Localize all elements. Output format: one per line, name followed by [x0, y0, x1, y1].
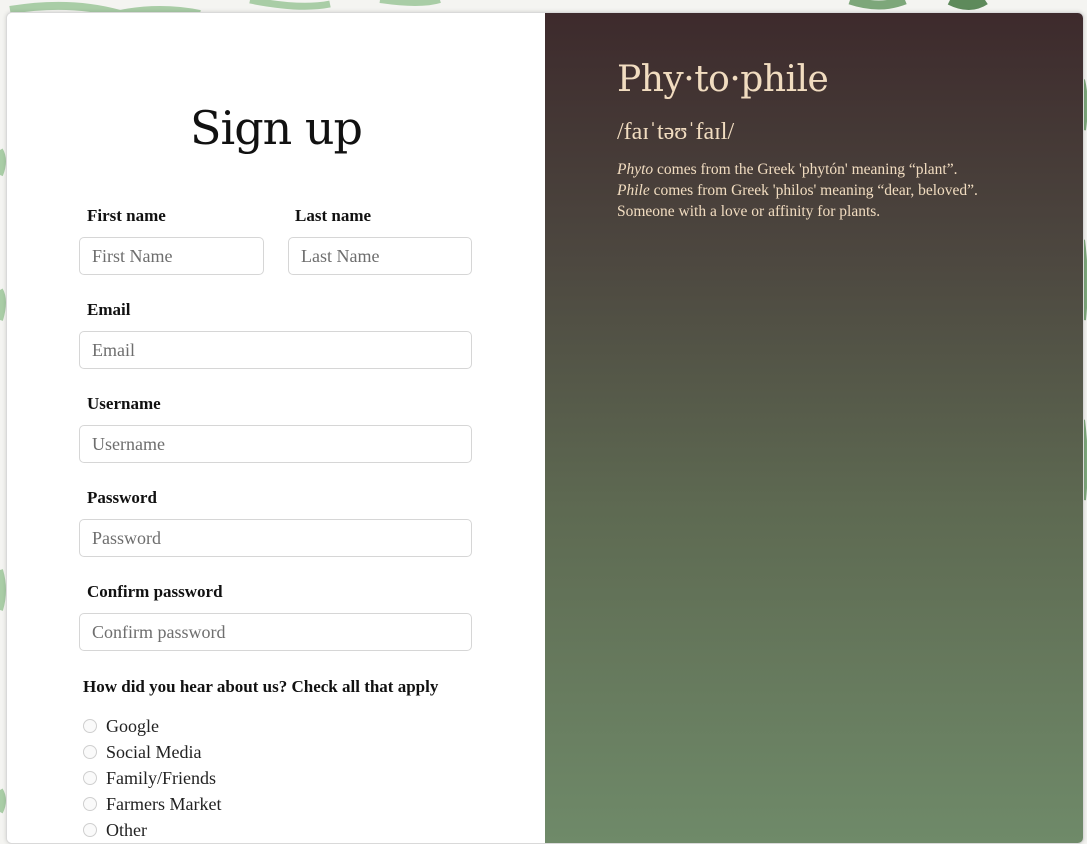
referral-question: How did you hear about us? Check all tha…	[83, 677, 439, 696]
definition-line-3: Someone with a love or affinity for plan…	[617, 203, 881, 220]
confirm-password-input[interactable]	[79, 613, 472, 651]
signup-form-panel: Sign up First name Last name Email Usern…	[7, 13, 545, 843]
last-name-input[interactable]	[288, 237, 472, 275]
option-google[interactable]: Google	[83, 715, 159, 737]
first-name-input[interactable]	[79, 237, 264, 275]
definition-term-phyto: Phyto	[617, 161, 654, 178]
option-family-friends[interactable]: Family/Friends	[83, 767, 216, 789]
signup-card: Sign up First name Last name Email Usern…	[6, 12, 1084, 844]
username-input[interactable]	[79, 425, 472, 463]
email-input[interactable]	[79, 331, 472, 369]
option-label: Google	[106, 715, 159, 736]
username-label: Username	[87, 394, 161, 413]
page-title: Sign up	[190, 101, 363, 155]
password-label: Password	[87, 488, 157, 507]
pronunciation: /faɪˈtəʊˈfaɪl/	[617, 119, 735, 145]
checkbox-social-media[interactable]	[83, 745, 97, 759]
definition-line-2: Phile comes from Greek 'philos' meaning …	[617, 180, 1037, 201]
checkbox-farmers-market[interactable]	[83, 797, 97, 811]
option-label: Family/Friends	[106, 767, 217, 788]
definition-line-1-text: comes from the Greek 'phytón' meaning “p…	[653, 161, 958, 178]
definition-line-2-text: comes from Greek 'philos' meaning “dear,…	[649, 182, 978, 199]
checkbox-other[interactable]	[83, 823, 97, 837]
email-label: Email	[87, 300, 131, 319]
option-farmers-market[interactable]: Farmers Market	[83, 793, 221, 815]
option-label: Farmers Market	[106, 793, 222, 814]
checkbox-google[interactable]	[83, 719, 97, 733]
option-label: Other	[106, 819, 147, 840]
definition-term-phile: Phile	[617, 182, 650, 199]
definition-text: Phyto comes from the Greek 'phytón' mean…	[617, 159, 1037, 222]
definition-line-1: Phyto comes from the Greek 'phytón' mean…	[617, 159, 1037, 180]
checkbox-family-friends[interactable]	[83, 771, 97, 785]
confirm-password-label: Confirm password	[87, 582, 223, 601]
definition-panel: Phy·to·phile /faɪˈtəʊˈfaɪl/ Phyto comes …	[545, 13, 1083, 843]
password-input[interactable]	[79, 519, 472, 557]
option-social-media[interactable]: Social Media	[83, 741, 201, 763]
last-name-label: Last name	[295, 206, 372, 225]
option-other[interactable]: Other	[83, 819, 147, 841]
definition-word: Phy·to·phile	[617, 59, 829, 100]
option-label: Social Media	[106, 741, 202, 762]
first-name-label: First name	[87, 206, 166, 225]
